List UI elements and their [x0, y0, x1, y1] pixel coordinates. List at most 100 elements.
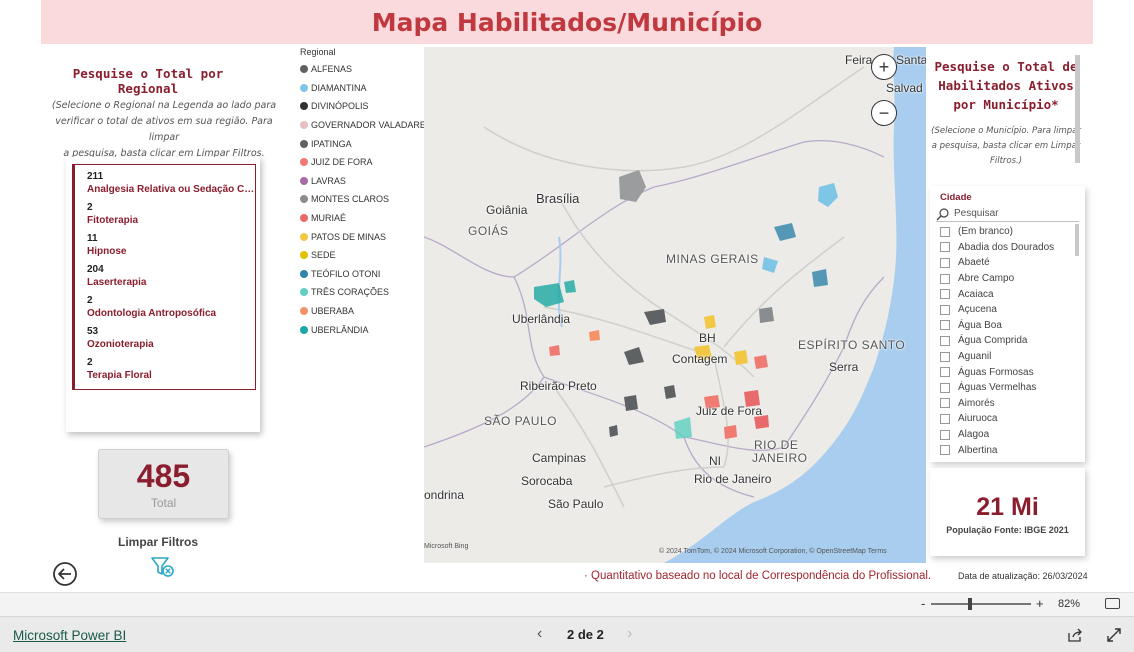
city-search-title: Pesquise o Total de Habilitados Ativos p… [934, 59, 1078, 112]
city-list: (Em branco) Abadia dos Dourados Abaeté Abre… [940, 224, 1078, 458]
map-label-minas-gerais: MINAS GERAIS [666, 252, 759, 266]
city-item[interactable]: Abaeté [940, 255, 1078, 271]
checkbox[interactable] [940, 226, 950, 237]
map-label-uberlandia: Uberlândia [512, 312, 571, 326]
legend-item[interactable]: UBERLÂNDIA [300, 320, 425, 339]
city-item[interactable]: Alagoa [940, 427, 1078, 443]
prev-page-button[interactable]: ‹ [537, 625, 542, 643]
legend-item[interactable]: TEÓFILO OTONI [300, 265, 425, 284]
city-item[interactable]: Abadia dos Dourados [940, 240, 1078, 256]
map[interactable]: Feira Santa Salvad Brasília Goiânia GOIÁ… [424, 47, 926, 563]
legend-item[interactable]: ALFENAS [300, 60, 425, 79]
legend-item[interactable]: IPATINGA [300, 134, 425, 153]
legend-item[interactable]: DIVINÓPOLIS [300, 97, 425, 116]
city-search-input[interactable]: Pesquisar [936, 206, 1079, 222]
page-indicator: 2 de 2 [567, 627, 604, 642]
checkbox[interactable] [940, 257, 950, 268]
legend-dot-icon [300, 288, 308, 297]
therapy-item[interactable]: 211 Analgesia Relativa ou Sedação Co... [87, 171, 255, 196]
therapy-item[interactable]: 2 Odontologia Antroposófica [87, 295, 255, 320]
zoom-in-button[interactable]: + [1036, 596, 1044, 611]
checkbox[interactable] [940, 367, 950, 378]
checkbox[interactable] [940, 382, 950, 393]
city-label: Albertina [958, 444, 998, 456]
therapy-item[interactable]: 11 Hipnose [87, 233, 255, 258]
legend-dot-icon [300, 121, 308, 130]
city-item[interactable]: Aiuruoca [940, 411, 1078, 427]
city-item[interactable]: Água Comprida [940, 333, 1078, 349]
checkbox[interactable] [940, 242, 950, 253]
city-item[interactable]: Acaiaca [940, 286, 1078, 302]
city-label: Água Boa [958, 319, 1002, 331]
city-label: (Em branco) [958, 226, 1014, 238]
checkbox[interactable] [940, 398, 950, 409]
zoom-out-button[interactable]: - [921, 596, 925, 611]
legend-item[interactable]: DIAMANTINA [300, 79, 425, 98]
map-label-rio-state-2: JANEIRO [752, 451, 808, 465]
city-item[interactable]: Albertina [940, 442, 1078, 458]
map-zoom-out-button[interactable]: − [871, 100, 897, 126]
therapy-item[interactable]: 204 Laserterapia [87, 264, 255, 289]
map-background [424, 47, 926, 563]
city-item[interactable]: (Em branco) [940, 224, 1078, 240]
legend-item[interactable]: SEDE [300, 246, 425, 265]
checkbox[interactable] [940, 351, 950, 362]
legend-item[interactable]: PATOS DE MINAS [300, 227, 425, 246]
city-item[interactable]: Aguanil [940, 349, 1078, 365]
legend-item[interactable]: MURIAÉ [300, 209, 425, 228]
checkbox[interactable] [940, 304, 950, 315]
legend-item[interactable]: MONTES CLAROS [300, 190, 425, 209]
checkbox[interactable] [940, 320, 950, 331]
regional-search-title: Pesquise o Total por Regional [72, 66, 224, 96]
legend-label: MURIAÉ [311, 213, 347, 224]
powerbi-link[interactable]: Microsoft Power BI [13, 628, 126, 643]
map-attribution[interactable]: © 2024 TomTom, © 2024 Microsoft Corporat… [659, 548, 887, 555]
search-placeholder: Pesquisar [954, 208, 999, 219]
therapy-list[interactable]: 211 Analgesia Relativa ou Sedação Co... … [72, 164, 256, 390]
population-value: 21 Mi [976, 493, 1039, 521]
city-label: Águas Formosas [958, 366, 1034, 378]
checkbox[interactable] [940, 273, 950, 284]
checkbox[interactable] [940, 413, 950, 424]
next-page-button[interactable]: › [627, 625, 632, 643]
map-zoom-in-button[interactable]: + [871, 54, 897, 80]
city-item[interactable]: Abre Campo [940, 271, 1078, 287]
checkbox[interactable] [940, 335, 950, 346]
regional-hint: (Selecione o Regional na Legenda ao lado… [40, 98, 288, 162]
zoom-slider[interactable] [931, 603, 1031, 605]
therapy-item[interactable]: 53 Ozonioterapia [87, 326, 255, 351]
share-icon[interactable] [1067, 627, 1083, 643]
scrollbar[interactable] [1075, 55, 1080, 163]
zoom-slider-thumb[interactable] [968, 598, 972, 610]
total-label: Total [150, 496, 177, 510]
therapy-item[interactable]: 2 Fitoterapia [87, 202, 255, 227]
city-slicer: Cidade Pesquisar (Em branco) Abadia dos D… [930, 186, 1085, 462]
legend-title: Regional [300, 47, 336, 57]
city-item[interactable]: Água Boa [940, 318, 1078, 334]
city-item[interactable]: Águas Vermelhas [940, 380, 1078, 396]
therapy-name: Analgesia Relativa ou Sedação Co... [87, 184, 255, 195]
clear-filters-icon[interactable] [150, 556, 176, 578]
total-card: 485 Total [98, 449, 229, 519]
legend-item[interactable]: UBERABA [300, 302, 425, 321]
back-button[interactable] [52, 561, 78, 587]
legend-item[interactable]: GOVERNADOR VALADARES [300, 116, 432, 135]
footnote: · Quantitativo baseado no local de Corre… [584, 570, 932, 582]
legend-item[interactable]: JUIZ DE FORA [300, 153, 425, 172]
update-date: Data de atualização: 26/03/2024 [958, 571, 1088, 581]
checkbox[interactable] [940, 445, 950, 456]
city-item[interactable]: Açucena [940, 302, 1078, 318]
fullscreen-icon[interactable] [1106, 627, 1122, 643]
therapy-count: 53 [87, 326, 99, 337]
fit-to-page-icon[interactable] [1105, 598, 1120, 609]
city-item[interactable]: Águas Formosas [940, 364, 1078, 380]
checkbox[interactable] [940, 429, 950, 440]
checkbox[interactable] [940, 289, 950, 300]
legend-item[interactable]: TRÊS CORAÇÕES [300, 283, 425, 302]
legend-dot-icon [300, 232, 308, 241]
therapy-item[interactable]: 2 Terapia Floral [87, 357, 255, 382]
city-list-scrollbar[interactable] [1075, 224, 1079, 256]
city-label: Aimorés [958, 397, 995, 409]
city-item[interactable]: Aimorés [940, 396, 1078, 412]
legend-item[interactable]: LAVRAS [300, 172, 425, 191]
